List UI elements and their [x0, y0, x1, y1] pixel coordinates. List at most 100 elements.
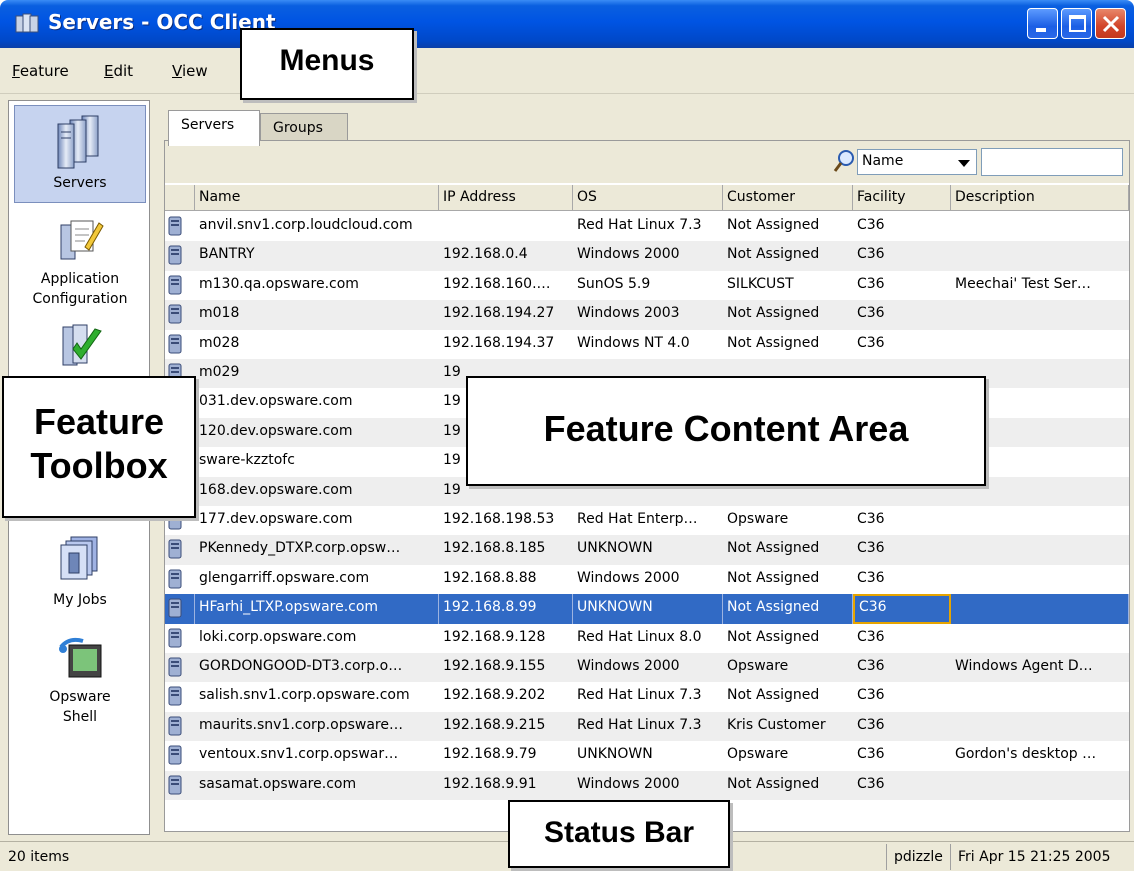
status-user: pdizzle: [894, 849, 943, 865]
cell-description: Windows Agent D…: [955, 658, 1093, 674]
cell-name: 177.dev.opsware.com: [199, 511, 353, 527]
menu-view[interactable]: View: [172, 62, 208, 80]
cell-facility: C36: [857, 511, 885, 527]
cell-customer: Opsware: [727, 511, 789, 527]
cell-description: [951, 535, 1129, 564]
table-row[interactable]: m028 192.168.194.37 Windows NT 4.0 Not Assi…: [165, 330, 1129, 359]
table-row[interactable]: HFarhi_LTXP.opsware.com 192.168.8.99 UNKNO…: [165, 594, 1129, 624]
status-divider: [950, 844, 951, 870]
callout-toolbox-line-1: Feature: [33, 401, 165, 442]
cell-os: Windows 2000: [577, 775, 680, 792]
table-row[interactable]: GORDONGOOD-DT3.corp.o… 192.168.9.155 Windo…: [165, 653, 1129, 683]
cell-ip-address: 192.168.9.202: [443, 687, 546, 704]
cell-customer: SILKCUST: [727, 275, 794, 292]
opsware-shell-icon: [59, 637, 102, 678]
server-icon: [165, 300, 195, 329]
cell-ip-address: 192.168.194.27: [443, 305, 555, 322]
title-bar[interactable]: Servers - OCC Client: [0, 0, 1134, 48]
table-row[interactable]: 177.dev.opsware.com 192.168.198.53 Red Hat…: [165, 506, 1129, 535]
toolbox-item-my-jobs[interactable]: My Jobs: [14, 531, 146, 623]
toolbox-item-compliance[interactable]: [14, 321, 146, 381]
minimize-icon: [1036, 28, 1046, 32]
table-row[interactable]: salish.snv1.corp.opsware.com 192.168.9.20…: [165, 682, 1129, 711]
server-icon: [165, 241, 195, 270]
callout-feature-content-area: Feature Content Area: [466, 376, 986, 486]
table-row[interactable]: ventoux.snv1.corp.opswar… 192.168.9.79 UNK…: [165, 741, 1129, 770]
cell-description: [951, 712, 1129, 741]
cell-ip-address: 192.168.194.37: [443, 334, 555, 351]
search-icon[interactable]: [833, 149, 855, 177]
filter-input[interactable]: [981, 148, 1123, 176]
cell-os: Red Hat Linux 8.0: [577, 628, 702, 645]
tab-strip: Servers Groups: [160, 108, 1130, 146]
cell-ip-address: 192.168.0.4: [443, 246, 528, 263]
table-row[interactable]: anvil.snv1.corp.loudcloud.com Red Hat Lin…: [165, 212, 1129, 241]
toolbox-item-servers[interactable]: Servers: [14, 105, 146, 203]
callout-toolbox-line-2: Toolbox: [30, 445, 168, 486]
cell-facility: C36: [857, 628, 885, 645]
status-time: Fri Apr 15 21:25 2005: [958, 849, 1111, 865]
column-header-facility[interactable]: Facility: [853, 185, 951, 211]
cell-os: UNKNOWN: [577, 746, 653, 763]
cell-name: maurits.snv1.corp.opsware…: [199, 716, 403, 733]
table-row[interactable]: glengarriff.opsware.com 192.168.8.88 Windo…: [165, 565, 1129, 594]
cell-description: [951, 682, 1129, 711]
column-header-customer[interactable]: Customer: [723, 185, 853, 211]
cell-facility: C36: [857, 658, 885, 674]
server-icon: [165, 712, 195, 741]
toolbox-item-opsware-shell[interactable]: Opsware Shell: [14, 633, 146, 743]
app-config-icon: [60, 220, 104, 260]
table-row[interactable]: BANTRY 192.168.0.4 Windows 2000 Not Assigne…: [165, 241, 1129, 271]
cell-description: [951, 212, 1129, 241]
cell-description: [951, 771, 1129, 800]
cell-name: ventoux.snv1.corp.opswar…: [199, 746, 399, 763]
column-header-name[interactable]: Name: [195, 185, 439, 211]
close-button[interactable]: [1095, 8, 1126, 39]
cell-name: salish.snv1.corp.opsware.com: [199, 687, 410, 704]
maximize-button[interactable]: [1061, 8, 1092, 39]
cell-facility: C36: [857, 217, 885, 233]
cell-customer: Not Assigned: [727, 334, 820, 351]
cell-os: Windows 2003: [577, 305, 680, 322]
cell-facility: C36: [857, 569, 885, 586]
cell-facility: C36: [857, 275, 885, 292]
table-row[interactable]: m130.qa.opsware.com 192.168.160.… SunOS 5.…: [165, 271, 1129, 300]
cell-name: anvil.snv1.corp.loudcloud.com: [199, 217, 413, 233]
table-row[interactable]: PKennedy_DTXP.corp.opsw… 192.168.8.185 UNK…: [165, 535, 1129, 565]
cell-name: m029: [199, 364, 240, 380]
cell-ip-address: 192.168.9.155: [443, 658, 546, 674]
table-row[interactable]: m018 192.168.194.27 Windows 2003 Not Assign…: [165, 300, 1129, 330]
cell-customer: Not Assigned: [727, 540, 820, 557]
cell-name: BANTRY: [199, 246, 255, 263]
menu-edit[interactable]: Edit: [104, 62, 133, 80]
server-icon: [165, 771, 195, 800]
cell-name: loki.corp.opsware.com: [199, 628, 357, 645]
cell-os: UNKNOWN: [577, 540, 653, 557]
column-header-description[interactable]: Description: [951, 185, 1129, 211]
cell-facility: C36: [857, 775, 885, 792]
cell-facility: C36: [853, 594, 951, 624]
column-header-ip-address[interactable]: IP Address: [439, 185, 573, 211]
servers-icon: [57, 115, 99, 169]
callout-menus: Menus: [240, 28, 414, 100]
toolbox-label-application: Application: [40, 271, 120, 287]
cell-customer: Opsware: [727, 658, 789, 674]
table-row[interactable]: loki.corp.opsware.com 192.168.9.128 Red Ha…: [165, 624, 1129, 653]
tab-servers[interactable]: Servers: [168, 110, 260, 146]
cell-name: glengarriff.opsware.com: [199, 569, 370, 586]
cell-name: m028: [199, 334, 240, 351]
table-row[interactable]: sasamat.opsware.com 192.168.9.91 Windows 2…: [165, 770, 1129, 800]
table-row[interactable]: maurits.snv1.corp.opsware… 192.168.9.215 R…: [165, 711, 1129, 742]
cell-customer: Not Assigned: [727, 687, 820, 704]
toolbox-label-my-jobs: My Jobs: [53, 592, 107, 608]
cell-customer: Not Assigned: [727, 305, 820, 322]
filter-field-select[interactable]: Name: [857, 149, 977, 175]
column-header-icon[interactable]: [165, 185, 195, 211]
server-icon: [165, 624, 195, 653]
minimize-button[interactable]: [1027, 8, 1058, 39]
column-header-os[interactable]: OS: [573, 185, 723, 211]
toolbox-item-application-configuration[interactable]: Application Configuration: [14, 211, 146, 313]
server-icon: [165, 535, 195, 564]
cell-name: m130.qa.opsware.com: [199, 275, 359, 292]
menu-feature[interactable]: Feature: [12, 62, 69, 80]
